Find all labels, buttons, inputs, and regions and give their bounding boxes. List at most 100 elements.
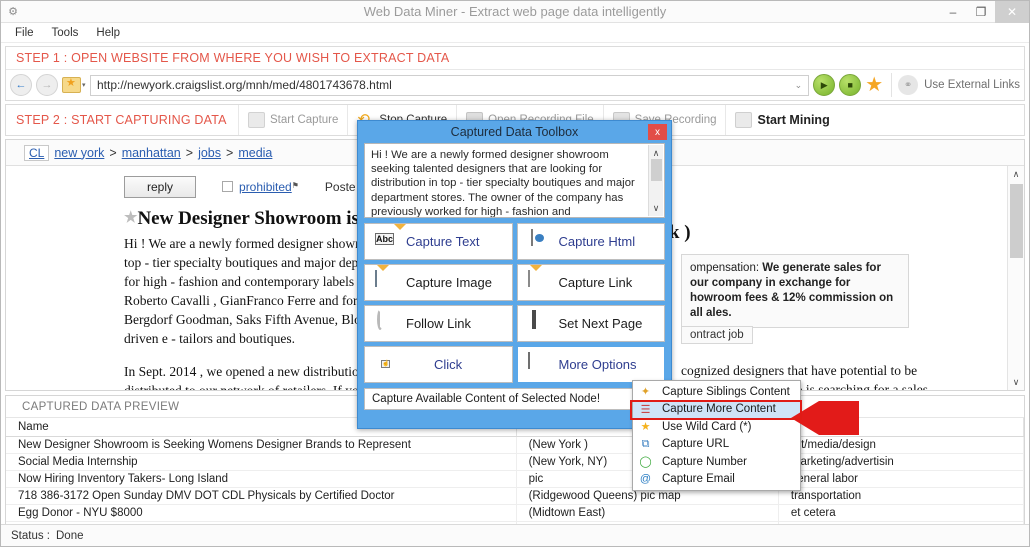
url-input[interactable]: http://newyork.craigslist.org/mnh/med/48… [90,74,810,96]
restore-button[interactable]: ❐ [967,1,995,23]
start-mining-button[interactable]: Start Mining [725,105,838,135]
breadcrumb-sep: > [226,145,234,160]
captured-data-toolbox-dialog: Captured Data Toolbox x Hi ! We are a ne… [357,120,672,429]
table-row[interactable]: Egg Donor - NYU $8000 (Midtown East) et … [6,504,1024,522]
breadcrumb-item-jobs[interactable]: jobs [198,146,221,160]
cell-name: Egg Donor - NYU $8000 [6,504,517,522]
menu-label: Capture URL [662,438,730,451]
textarea-scroll-down-icon[interactable]: ∨ [649,201,663,215]
favorites-caret-icon: ▾ [82,82,86,89]
scroll-up-icon[interactable]: ∧ [1008,166,1024,182]
breadcrumb-sep: > [109,145,117,160]
menu-label: Capture Email [662,473,735,486]
flag-icon: ⚑ [291,181,299,190]
breadcrumb-cl[interactable]: CL [24,144,50,161]
set-next-page-icon [528,310,551,335]
back-button[interactable]: ← [10,74,32,96]
add-favorite-star-icon[interactable]: ★ [865,75,883,95]
menu-item-capture-email[interactable]: @ Capture Email [633,471,800,489]
compensation-box: ompensation: We generate sales for our c… [681,254,909,328]
cell-name: New Designer Showroom is Seeking Womens … [6,436,517,454]
browser-scrollbar[interactable]: ∧ ∨ [1007,166,1024,390]
url-icon: ⧉ [641,437,650,450]
reply-button[interactable]: reply [124,176,197,198]
more-options-label: More Options [558,357,637,372]
breadcrumb-item-newyork[interactable]: new york [54,146,104,160]
follow-link-button[interactable]: Follow Link [364,305,513,342]
follow-link-icon [375,309,398,335]
menu-item-capture-number[interactable]: ◯ Capture Number [633,453,800,471]
stop-button[interactable]: ■ [839,74,862,96]
capture-html-button[interactable]: Capture Html [516,223,665,260]
scrollbar-thumb[interactable] [1010,184,1023,258]
breadcrumb-item-manhattan[interactable]: manhattan [122,146,181,160]
breadcrumb-item-media[interactable]: media [238,146,272,160]
textarea-scrollbar-thumb[interactable] [651,159,662,181]
use-external-links-toggle[interactable]: ⚭ Use External Links [891,73,1020,97]
step2-label: STEP 2 : START CAPTURING DATA [16,113,227,127]
abc-glyph: Abc [375,233,395,245]
more-options-button[interactable]: More Options [516,346,665,383]
menu-item-file[interactable]: File [15,27,34,39]
capture-image-button[interactable]: Capture Image [364,264,513,301]
cell-category: art/media/design [778,436,1024,454]
capture-image-label: Capture Image [406,275,492,290]
captured-content-textarea[interactable]: Hi ! We are a newly formed designer show… [364,143,665,218]
status-label: Status : [11,529,50,542]
close-button[interactable]: ✕ [995,1,1029,23]
capture-text-icon: Abc [375,224,407,253]
start-mining-icon [735,112,753,128]
status-value: Done [56,529,84,542]
cell-name: Social Media Internship [6,453,517,471]
start-capture-button[interactable]: Start Capture [238,105,347,135]
toolbox-button-grid: Abc Capture Text Capture Html Capture Im… [364,223,665,383]
table-row[interactable]: New Designer Showroom is Seeking Womens … [6,436,1024,454]
menu-item-help[interactable]: Help [96,27,120,39]
favorite-star-icon[interactable]: ★ [124,210,137,226]
table-row[interactable]: 718 386-3172 Open Sunday DMV DOT CDL Phy… [6,487,1024,505]
capture-link-icon [527,265,551,294]
dialog-close-button[interactable]: x [648,124,667,140]
cell-category: general labor [778,470,1024,488]
capture-text-button[interactable]: Abc Capture Text [364,223,513,260]
menu-bar: File Tools Help [1,23,1029,43]
prohibited-checkbox[interactable] [222,181,234,192]
start-capture-icon [248,112,265,128]
favorites-button[interactable]: ▾ [62,75,86,95]
menu-item-tools[interactable]: Tools [52,27,79,39]
cell-name: Now Hiring Inventory Takers- Long Island [6,470,517,488]
siblings-icon: ✦ [640,386,651,399]
url-dropdown-icon[interactable]: ⌄ [795,80,803,91]
app-window: ⚙ Web Data Miner - Extract web page data… [0,0,1030,547]
prohibited-link[interactable]: prohibited [239,180,292,194]
breadcrumb-sep: > [185,145,194,160]
dialog-body: Hi ! We are a newly formed designer show… [358,143,671,413]
window-title: Web Data Miner - Extract web page data i… [363,4,667,19]
job-type-chip: ontract job [681,326,753,344]
textarea-scrollbar[interactable]: ∧ ∨ [648,145,663,216]
menu-label: Capture Siblings Content [662,385,790,398]
start-mining-label: Start Mining [757,113,830,127]
toolbox-status-text: Capture Available Content of Selected No… [364,388,665,410]
capture-image-icon [375,265,398,294]
click-button[interactable]: ☝ Click [364,346,513,383]
posted-text: Poste [324,180,356,194]
capture-html-icon [528,229,551,253]
title-bar: ⚙ Web Data Miner - Extract web page data… [1,1,1029,23]
set-next-page-button[interactable]: Set Next Page [516,305,665,342]
table-row[interactable]: Social Media Internship (New York, NY) m… [6,453,1024,471]
capture-link-button[interactable]: Capture Link [516,264,665,301]
minimize-button[interactable]: – [939,1,967,23]
table-row[interactable]: Now Hiring Inventory Takers- Long Island… [6,470,1024,488]
go-button[interactable]: ▶ [813,74,836,96]
forward-button[interactable]: → [36,74,58,96]
selection-highlight-box [630,400,802,420]
captured-content-value: Hi ! We are a newly formed designer show… [371,149,635,218]
dialog-title-bar[interactable]: Captured Data Toolbox x [358,121,671,143]
scroll-down-icon[interactable]: ∨ [1008,374,1024,390]
link-icon: ⚭ [898,75,919,95]
follow-link-label: Follow Link [406,316,472,331]
post-body-line: cognized designers that have potential t… [681,363,918,378]
more-options-icon [527,352,551,376]
menu-label: Use Wild Card (*) [662,420,752,433]
